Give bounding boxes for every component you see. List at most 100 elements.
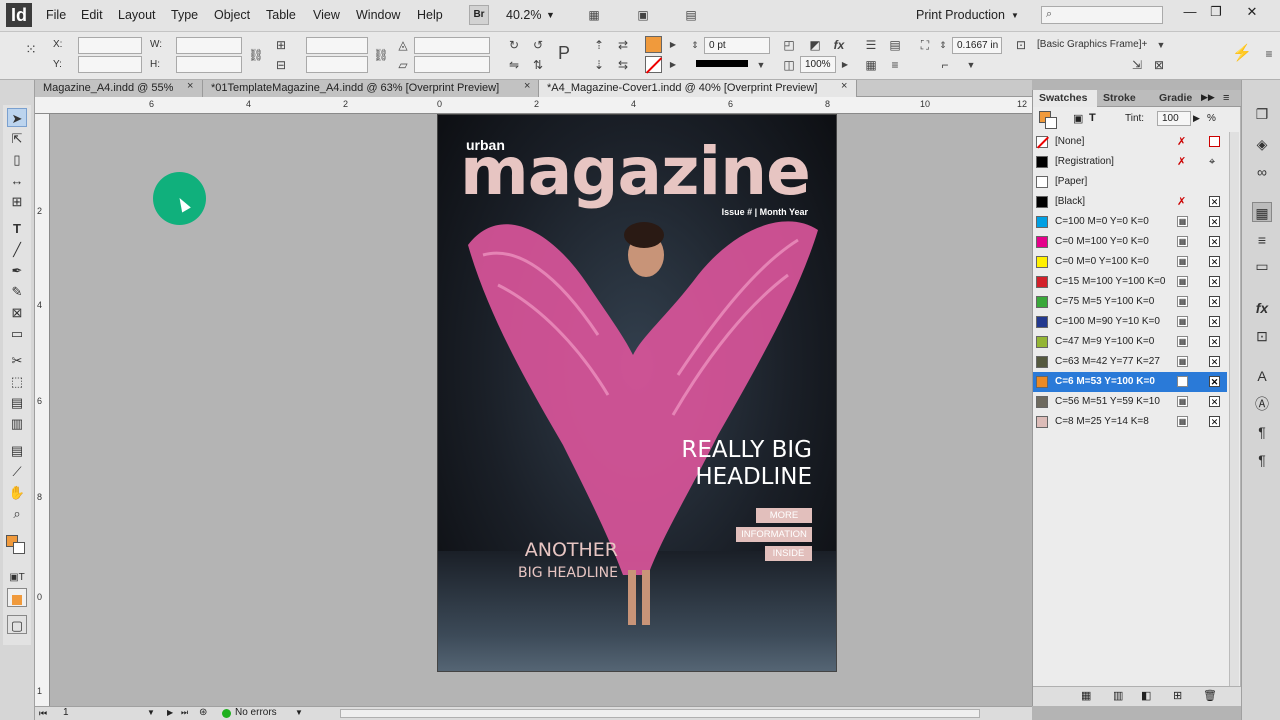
select-previous-icon[interactable]: ⇣ — [590, 56, 608, 74]
first-page-icon[interactable]: ⏮ — [39, 708, 47, 719]
flip-v-icon[interactable]: ⇅ — [529, 56, 547, 74]
paragraph-panel-icon[interactable]: ¶ — [1252, 450, 1272, 470]
delete-swatch-icon[interactable]: 🗑 — [1203, 689, 1217, 702]
offset-stepper-icon[interactable]: ⇕ — [934, 36, 952, 54]
direct-selection-tool-icon[interactable]: ⇱ — [7, 129, 27, 148]
corner-shape-icon[interactable]: ⌐ — [936, 56, 954, 74]
tag-more[interactable]: MORE — [756, 508, 812, 523]
apply-color-icon[interactable] — [7, 588, 27, 607]
menu-window[interactable]: Window — [356, 8, 400, 22]
shear-icon[interactable]: ▱ — [394, 56, 412, 74]
preflight-dropdown-icon[interactable]: ▼ — [295, 708, 303, 717]
swatch-row[interactable]: C=75 M=5 Y=100 K=0 ▦ ✕ — [1033, 292, 1227, 312]
cover-headline-2-line-1[interactable]: ANOTHER — [468, 539, 618, 561]
pen-tool-icon[interactable]: ✒ — [7, 261, 27, 280]
workspace-dropdown-icon[interactable]: ▼ — [1011, 11, 1019, 20]
note-tool-icon[interactable]: ▤ — [7, 441, 27, 460]
clear-attributes-icon[interactable]: ⊠ — [1150, 56, 1168, 74]
magazine-cover-page[interactable]: urban magazine Issue # | Month Year REAL… — [437, 114, 837, 672]
stroke-dropdown-icon[interactable]: ▶ — [664, 56, 682, 74]
tag-information[interactable]: INFORMATION — [736, 527, 812, 542]
fill-color-swatch[interactable] — [645, 36, 662, 53]
select-content-icon[interactable]: ⇄ — [614, 36, 632, 54]
tint-field[interactable]: 100 — [1157, 111, 1191, 126]
fitting-icon[interactable]: ⛶ — [916, 36, 934, 54]
object-style-dropdown-icon[interactable]: ▼ — [1152, 36, 1170, 54]
rotate-cw-icon[interactable]: ↻ — [505, 36, 523, 54]
tab-close-icon[interactable]: × — [187, 80, 193, 92]
corner-dropdown-icon[interactable]: ▼ — [962, 56, 980, 74]
opacity-dropdown-icon[interactable]: ▶ — [836, 56, 854, 74]
control-panel-menu-icon[interactable]: ≡ — [1260, 45, 1278, 63]
show-all-swatches-icon[interactable]: ▦ — [1081, 689, 1091, 702]
text-wrap-jump-icon[interactable]: ≡ — [886, 56, 904, 74]
menu-type[interactable]: Type — [171, 8, 198, 22]
quick-apply-icon[interactable]: ⚡ — [1232, 45, 1252, 63]
scale-x-field[interactable] — [306, 37, 368, 54]
horizontal-ruler[interactable]: 6 4 2 0 2 4 6 8 10 12 — [35, 97, 1032, 114]
preflight-profile-icon[interactable]: ⊛ — [199, 707, 207, 718]
gradient-swatch-tool-icon[interactable]: ▤ — [7, 393, 27, 412]
pencil-tool-icon[interactable]: ✎ — [7, 282, 27, 301]
menu-layout[interactable]: Layout — [118, 8, 156, 22]
x-field[interactable] — [78, 37, 142, 54]
panel-scrollbar[interactable] — [1229, 132, 1239, 692]
select-next-icon[interactable]: ⇆ — [614, 56, 632, 74]
scale-x-icon[interactable]: ⊞ — [272, 36, 290, 54]
effects-fx-icon[interactable]: fx — [830, 36, 848, 54]
gradient-panel-icon[interactable]: ▭ — [1252, 256, 1272, 276]
cover-headline-1[interactable]: REALLY BIG HEADLINE — [612, 437, 812, 491]
cover-headline-2-line-2[interactable]: BIG HEADLINE — [468, 565, 618, 581]
panel-menu-icon[interactable]: ≡ — [1223, 92, 1229, 104]
tab-swatches[interactable]: Swatches — [1033, 90, 1097, 107]
gradient-feather-tool-icon[interactable]: ▥ — [7, 414, 27, 433]
corner-options-icon[interactable]: ◰ — [780, 36, 798, 54]
stroke-type-preview[interactable] — [696, 60, 748, 67]
tab-stroke[interactable]: Stroke — [1097, 90, 1153, 107]
w-field[interactable] — [176, 37, 242, 54]
horizontal-scrollbar[interactable] — [340, 709, 980, 718]
vertical-ruler[interactable]: 2 4 6 8 0 1 — [35, 114, 50, 706]
reference-point-icon[interactable]: ⁙ — [22, 40, 40, 58]
select-container-icon[interactable]: ⇡ — [590, 36, 608, 54]
preflight-status[interactable]: No errors — [235, 707, 277, 718]
menu-table[interactable]: Table — [266, 8, 296, 22]
tab-magazine-a4[interactable]: Magazine_A4.indd @ 55% — [35, 80, 203, 97]
fill-dropdown-icon[interactable]: ▶ — [664, 36, 682, 54]
stroke-weight-stepper-icon[interactable]: ⇕ — [686, 36, 704, 54]
arrange-documents-icon[interactable]: ▤ — [682, 6, 700, 24]
type-tool-icon[interactable]: T — [7, 219, 27, 238]
menu-object[interactable]: Object — [214, 8, 250, 22]
selection-tool-icon[interactable]: ➤ — [7, 108, 27, 127]
pages-panel-icon[interactable]: ❐ — [1252, 104, 1272, 124]
swatch-row[interactable]: C=56 M=51 Y=59 K=10 ▦ ✕ — [1033, 392, 1227, 412]
menu-edit[interactable]: Edit — [81, 8, 103, 22]
last-page-icon[interactable]: ⏭ — [181, 708, 188, 718]
scissors-tool-icon[interactable]: ✂ — [7, 351, 27, 370]
tab-gradient[interactable]: Gradie — [1153, 90, 1203, 107]
swatch-row[interactable]: C=100 M=90 Y=10 K=0 ▦ ✕ — [1033, 312, 1227, 332]
cover-title[interactable]: magazine — [460, 133, 811, 210]
formatting-text-icon[interactable]: T — [1089, 112, 1096, 124]
character-panel-icon[interactable]: A — [1252, 366, 1272, 386]
stroke-color-swatch[interactable] — [645, 56, 663, 74]
rectangle-frame-tool-icon[interactable]: ⊠ — [7, 303, 27, 322]
menu-view[interactable]: View — [313, 8, 340, 22]
content-collector-icon[interactable]: ⊞ — [7, 192, 27, 211]
swatch-row[interactable]: C=8 M=25 Y=14 K=8 ▦ ✕ — [1033, 412, 1227, 432]
swatch-row[interactable]: [Registration] ✗ ⌖ — [1033, 152, 1227, 172]
text-wrap-box-icon[interactable]: ▤ — [886, 36, 904, 54]
swatch-row[interactable]: C=15 M=100 Y=100 K=0 ▦ ✕ — [1033, 272, 1227, 292]
text-wrap-shape-icon[interactable]: ▦ — [862, 56, 880, 74]
line-tool-icon[interactable]: ╱ — [7, 240, 27, 259]
next-page-icon[interactable]: ▶ — [167, 708, 173, 717]
object-style-dropdown[interactable]: [Basic Graphics Frame]+ — [1037, 39, 1147, 50]
menu-help[interactable]: Help — [417, 8, 443, 22]
swatch-row[interactable]: C=100 M=0 Y=0 K=0 ▦ ✕ — [1033, 212, 1227, 232]
swatch-row[interactable]: C=63 M=42 Y=77 K=27 ▦ ✕ — [1033, 352, 1227, 372]
search-input[interactable]: ⌕ — [1041, 6, 1163, 24]
tab-template-magazine[interactable]: *01TemplateMagazine_A4.indd @ 63% [Overp… — [203, 80, 539, 97]
paragraph-styles-panel-icon[interactable]: ¶ — [1252, 422, 1272, 442]
swatch-row[interactable]: [Paper] — [1033, 172, 1227, 192]
show-color-swatches-icon[interactable]: ▥ — [1113, 689, 1123, 702]
